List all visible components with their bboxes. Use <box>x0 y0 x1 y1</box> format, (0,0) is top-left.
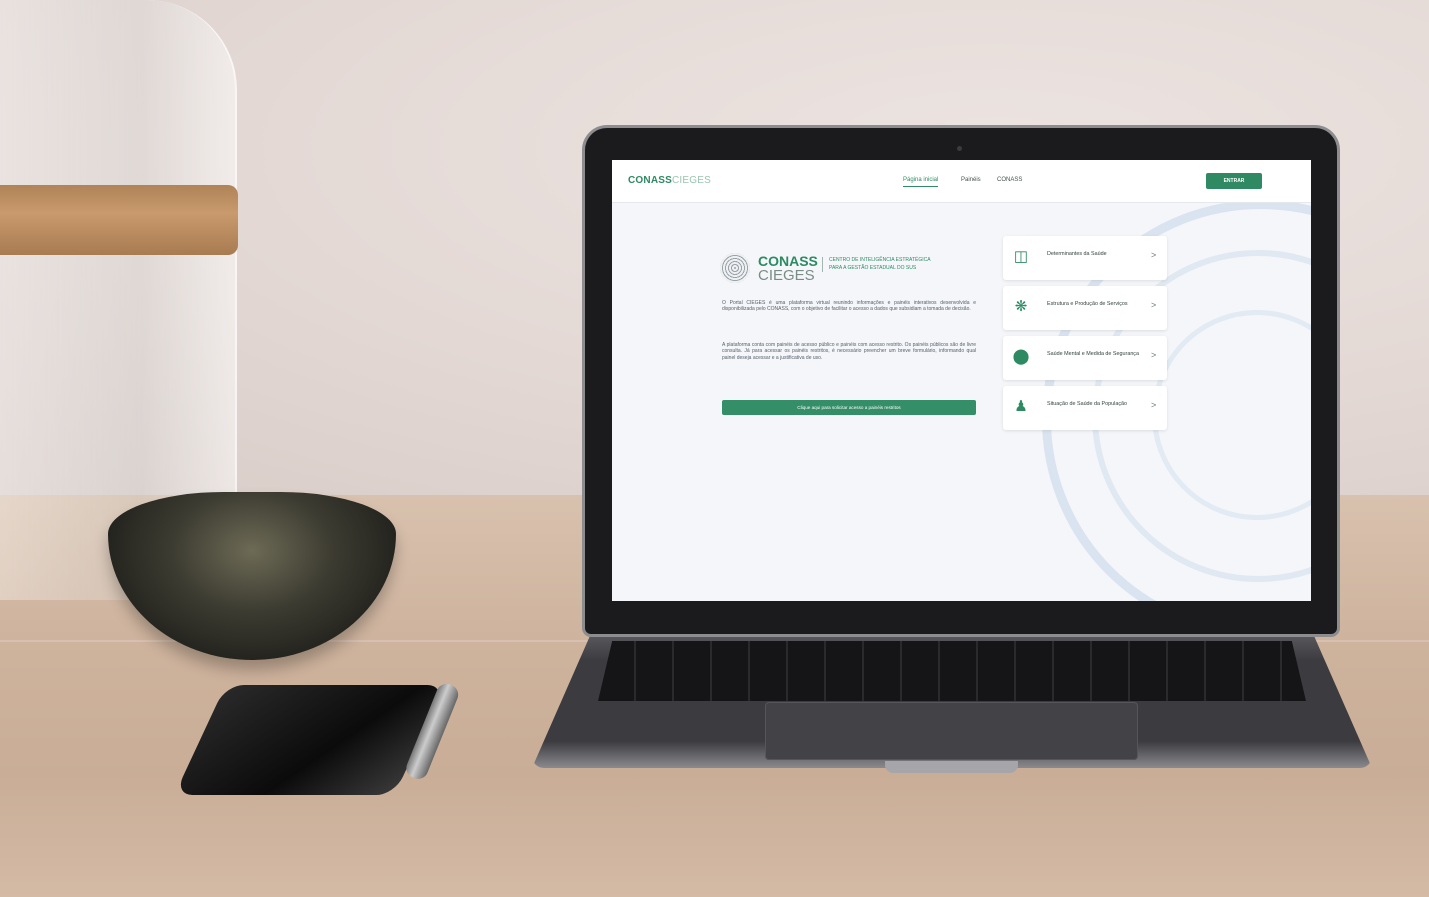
clipboard-plus-icon: ◫ <box>1013 248 1029 265</box>
intro-paragraph: A plataforma conta com painéis de acesso… <box>722 342 976 361</box>
card-determinantes[interactable]: ◫ Determinantes da Saúde > <box>1003 236 1167 280</box>
card-saude-mental[interactable]: ⬤ Saúde Mental e Medida de Segurança > <box>1003 336 1167 380</box>
chevron-right-icon: > <box>1151 400 1157 410</box>
brand-name: CONASS <box>758 253 818 269</box>
nav-link-conass[interactable]: CONASS <box>997 177 1022 183</box>
people-icon: ♟ <box>1014 398 1028 415</box>
brain-icon: ⬤ <box>1012 348 1030 365</box>
top-navbar: CONASSCIEGES Página inicial Painéis CONA… <box>612 160 1311 203</box>
card-label: Determinantes da Saúde <box>1047 251 1107 257</box>
login-button[interactable]: ENTRAR <box>1206 173 1262 189</box>
card-estrutura[interactable]: ❋ Estrutura e Produção de Serviços > <box>1003 286 1167 330</box>
laptop-trackpad <box>765 702 1138 760</box>
card-label: Estrutura e Produção de Serviços <box>1047 301 1128 307</box>
chevron-right-icon: > <box>1151 350 1157 360</box>
chevron-right-icon: > <box>1151 250 1157 260</box>
chevron-right-icon: > <box>1151 300 1157 310</box>
nav-link-paineis[interactable]: Painéis <box>961 177 981 183</box>
card-label: Saúde Mental e Medida de Segurança <box>1047 351 1140 357</box>
webcam-icon <box>957 146 962 151</box>
laptop-lip <box>885 761 1018 773</box>
laptop-keyboard <box>598 641 1306 701</box>
network-icon: ❋ <box>1014 298 1028 315</box>
brand-tagline: CENTRO DE INTELIGÊNCIA ESTRATÉGICA PARA … <box>822 257 939 272</box>
logo-sub: CIEGES <box>671 175 711 186</box>
jar-wooden-band <box>0 185 238 255</box>
card-label: Situação de Saúde da População <box>1047 401 1128 407</box>
card-situacao[interactable]: ♟ Situação de Saúde da População > <box>1003 386 1167 430</box>
request-access-button[interactable]: Clique aqui para solicitar acesso a pain… <box>722 400 976 415</box>
brand-seal-icon <box>720 253 750 283</box>
brand-subname: CIEGES <box>758 267 815 284</box>
site-logo[interactable]: CONASSCIEGES <box>628 175 711 186</box>
laptop-screen: CONASSCIEGES Página inicial Painéis CONA… <box>612 160 1311 601</box>
nav-link-home[interactable]: Página inicial <box>903 177 939 187</box>
intro-paragraph: O Portal CIEGES é uma plataforma virtual… <box>722 300 976 313</box>
logo-main: CONASS <box>628 175 672 186</box>
